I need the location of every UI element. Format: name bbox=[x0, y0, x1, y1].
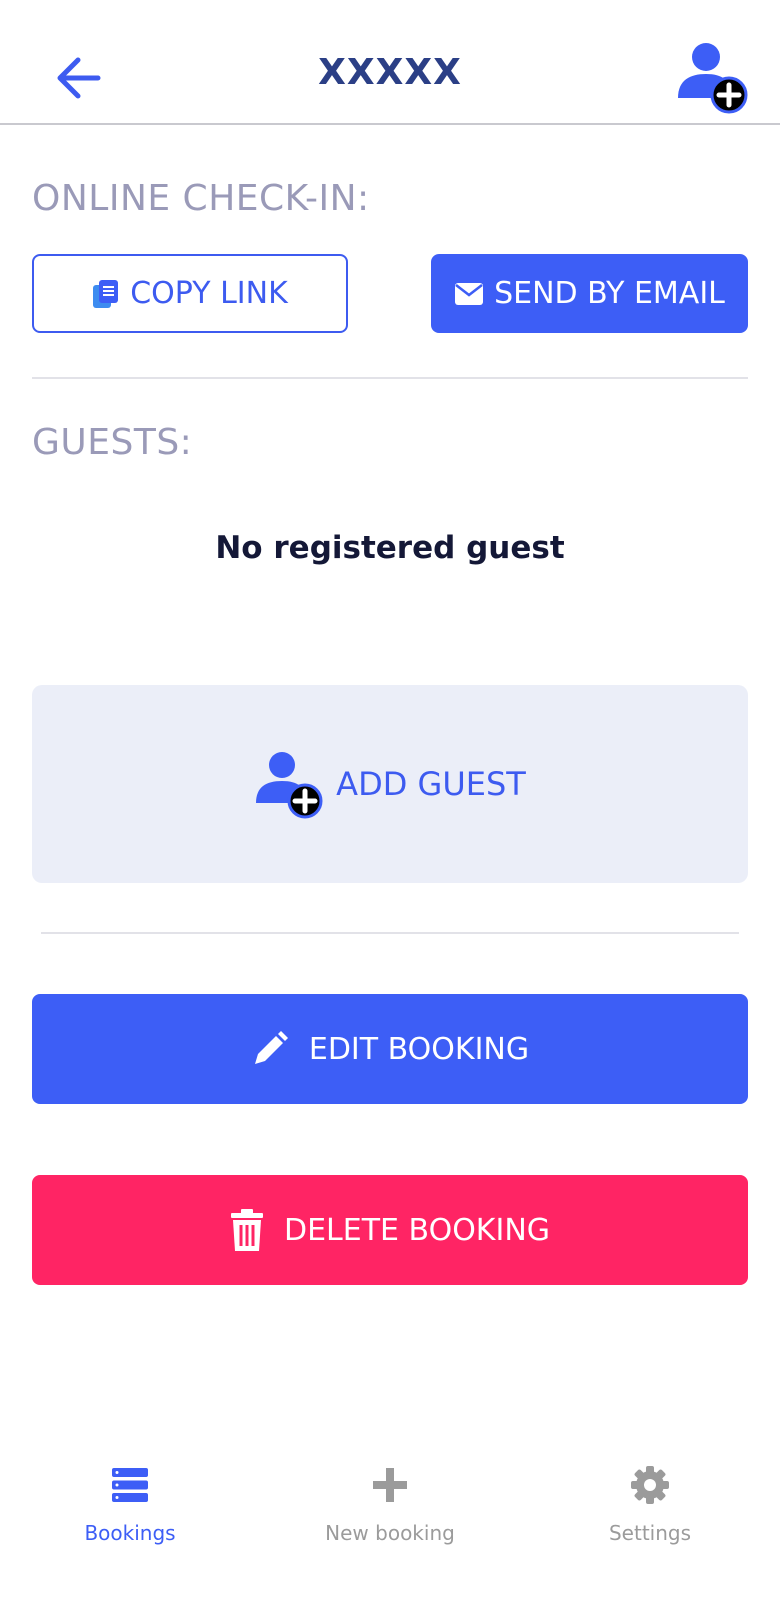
top-app-bar: XXXXX bbox=[0, 0, 780, 125]
online-checkin-label: ONLINE CHECK-IN: bbox=[32, 178, 370, 219]
copy-icon bbox=[92, 279, 120, 309]
tab-new-booking[interactable]: New booking bbox=[260, 1440, 520, 1560]
tab-bookings[interactable]: Bookings bbox=[0, 1440, 260, 1560]
trash-icon bbox=[230, 1208, 264, 1252]
tab-bookings-label: Bookings bbox=[84, 1521, 176, 1545]
copy-link-label: COPY LINK bbox=[130, 276, 288, 311]
bottom-tab-bar: Bookings New booking Settings bbox=[0, 1440, 780, 1600]
add-guest-header-button[interactable] bbox=[676, 40, 752, 116]
add-guest-button[interactable]: ADD GUEST bbox=[32, 685, 748, 883]
tab-new-booking-label: New booking bbox=[325, 1521, 455, 1545]
user-plus-icon bbox=[678, 43, 748, 114]
send-by-email-button[interactable]: SEND BY EMAIL bbox=[431, 254, 748, 333]
add-guest-label: ADD GUEST bbox=[336, 765, 526, 803]
empty-guests-message: No registered guest bbox=[215, 530, 565, 566]
edit-booking-button[interactable]: EDIT BOOKING bbox=[32, 994, 748, 1104]
guests-label: GUESTS: bbox=[32, 422, 193, 463]
pencil-icon bbox=[251, 1030, 289, 1068]
user-plus-icon bbox=[256, 752, 323, 819]
divider bbox=[41, 932, 739, 934]
list-icon bbox=[111, 1455, 149, 1515]
delete-booking-label: DELETE BOOKING bbox=[283, 1212, 551, 1248]
delete-booking-button[interactable]: DELETE BOOKING bbox=[32, 1175, 748, 1285]
plus-icon bbox=[371, 1455, 409, 1515]
gear-icon bbox=[630, 1455, 670, 1515]
tab-settings[interactable]: Settings bbox=[520, 1440, 780, 1560]
edit-booking-label: EDIT BOOKING bbox=[308, 1031, 530, 1067]
divider bbox=[32, 377, 748, 379]
tab-settings-label: Settings bbox=[608, 1521, 692, 1545]
page-title: XXXXX bbox=[318, 52, 462, 93]
envelope-icon bbox=[454, 282, 484, 306]
copy-link-button[interactable]: COPY LINK bbox=[32, 254, 348, 333]
send-by-email-label: SEND BY EMAIL bbox=[494, 276, 725, 311]
